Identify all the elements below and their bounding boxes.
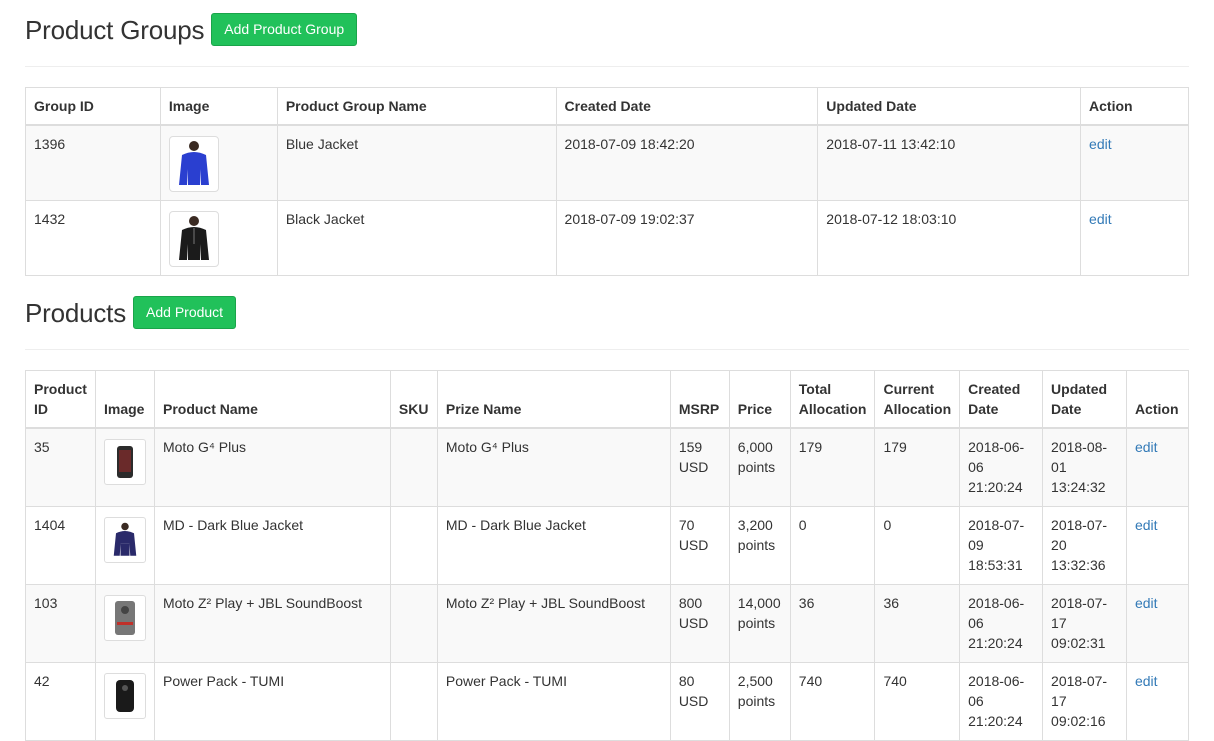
column-header-created-date: Created Date [555,87,819,126]
add-product-group-button[interactable]: Add Product Group [211,13,358,46]
total-allocation: 0 [789,506,876,585]
updated-date: 2018-07-12 18:03:10 [817,200,1082,276]
total-allocation: 740 [789,662,876,741]
edit-link[interactable]: edit [1135,517,1158,533]
product-name: Moto G⁴ Plus [153,427,391,507]
table-header-row: Group ID Image Product Group Name Create… [25,87,1189,126]
column-header-updated-date: Updated Date [817,87,1082,126]
table-row: 42 Power Pack - TUMI Power Pack - TUMI 8… [25,662,1190,741]
group-name: Black Jacket [276,200,557,276]
updated-date: 2018-07- 17 09:02:31 [1042,584,1127,663]
current-allocation: 179 [874,427,961,507]
created-date: 2018-07-09 18:42:20 [555,124,819,201]
total-allocation: 179 [789,427,876,507]
edit-link[interactable]: edit [1135,673,1158,689]
column-header-group-id: Group ID [25,87,161,126]
updated-date: 2018-07-11 13:42:10 [817,124,1082,201]
dark-blue-jacket-thumbnail [103,517,146,563]
prize-name: MD - Dark Blue Jacket [436,506,671,585]
edit-link[interactable]: edit [1089,136,1112,152]
sku [389,427,438,507]
column-header-current-allocation: Current Allocation [874,370,961,429]
product-id: 1404 [25,506,96,585]
products-title: Products [25,297,127,328]
power-pack-thumbnail [103,673,146,719]
table-row: 1396 Blue Jacket 2018-07-09 18:42:20 201… [25,124,1189,201]
updated-date: 2018-08- 01 13:24:32 [1042,427,1127,507]
product-groups-title: Product Groups [25,14,205,45]
blue-jacket-thumbnail [168,136,219,192]
created-date: 2018-07- 09 18:53:31 [959,506,1044,585]
table-row: 1404 MD - Dark Blue Jacket MD - Dark Blu… [25,506,1190,585]
column-header-created-date: Created Date [959,370,1044,429]
price: 14,000 points [728,584,791,663]
sku [389,584,438,663]
created-date: 2018-07-09 19:02:37 [555,200,819,276]
created-date: 2018-06- 06 21:20:24 [959,427,1044,507]
prize-name: Power Pack - TUMI [436,662,671,741]
phone-speaker-thumbnail [103,595,146,641]
current-allocation: 0 [874,506,961,585]
column-header-image: Image [94,370,155,429]
phone-thumbnail [103,439,146,485]
created-date: 2018-06- 06 21:20:24 [959,662,1044,741]
price: 3,200 points [728,506,791,585]
column-header-price: Price [728,370,791,429]
column-header-action: Action [1080,87,1189,126]
edit-link[interactable]: edit [1135,595,1158,611]
column-header-product-name: Product Name [153,370,391,429]
column-header-updated-date: Updated Date [1042,370,1127,429]
product-name: Moto Z² Play + JBL SoundBoost [153,584,391,663]
product-id: 42 [25,662,96,741]
price: 6,000 points [728,427,791,507]
sku [389,662,438,741]
column-header-group-name: Product Group Name [276,87,557,126]
column-header-msrp: MSRP [669,370,730,429]
price: 2,500 points [728,662,791,741]
group-name: Blue Jacket [276,124,557,201]
msrp: 800 USD [669,584,730,663]
updated-date: 2018-07- 20 13:32:36 [1042,506,1127,585]
group-id: 1396 [25,124,161,201]
table-row: 1432 Black Jacket 2018-07-09 19:02:37 20… [25,200,1189,276]
total-allocation: 36 [789,584,876,663]
column-header-sku: SKU [389,370,438,429]
current-allocation: 740 [874,662,961,741]
msrp: 159 USD [669,427,730,507]
column-header-action: Action [1125,370,1190,429]
updated-date: 2018-07- 17 09:02:16 [1042,662,1127,741]
product-name: MD - Dark Blue Jacket [153,506,391,585]
msrp: 70 USD [669,506,730,585]
product-groups-header: Product Groups Add Product Group [25,0,1189,67]
products-header: Products Add Product [25,276,1189,350]
column-header-product-id: Product ID [25,370,96,429]
group-id: 1432 [25,200,161,276]
product-id: 103 [25,584,96,663]
page: Product Groups Add Product Group Group I… [0,0,1214,741]
current-allocation: 36 [874,584,961,663]
column-header-total-allocation: Total Allocation [789,370,876,429]
sku [389,506,438,585]
msrp: 80 USD [669,662,730,741]
column-header-prize-name: Prize Name [436,370,671,429]
table-row: 35 Moto G⁴ Plus Moto G⁴ Plus 159 USD 6,00… [25,427,1190,507]
products-table: Product ID Image Product Name SKU Prize N… [25,370,1190,741]
edit-link[interactable]: edit [1089,211,1112,227]
column-header-image: Image [159,87,278,126]
created-date: 2018-06- 06 21:20:24 [959,584,1044,663]
product-name: Power Pack - TUMI [153,662,391,741]
prize-name: Moto G⁴ Plus [436,427,671,507]
product-id: 35 [25,427,96,507]
product-groups-table: Group ID Image Product Group Name Create… [25,87,1189,276]
black-jacket-thumbnail [168,211,219,267]
add-product-button[interactable]: Add Product [133,296,237,329]
table-row: 103 Moto Z² Play + JBL SoundBoost Moto Z… [25,584,1190,663]
table-header-row: Product ID Image Product Name SKU Prize N… [25,370,1190,429]
prize-name: Moto Z² Play + JBL SoundBoost [436,584,671,663]
edit-link[interactable]: edit [1135,439,1158,455]
